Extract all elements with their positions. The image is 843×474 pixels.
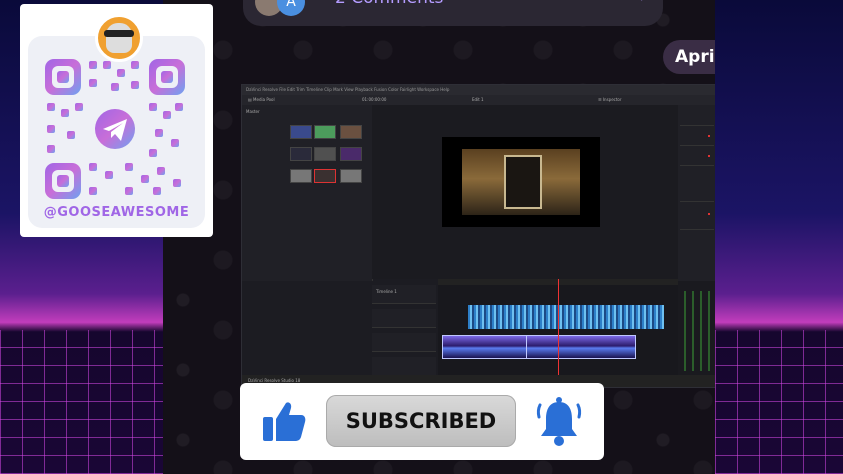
playhead[interactable] <box>558 279 559 377</box>
bell-icon[interactable] <box>534 395 584 447</box>
channel-avatar <box>95 14 143 62</box>
timecode-readout: 01:00:00:00 <box>362 97 387 102</box>
subscribe-button[interactable]: SUBSCRIBED <box>326 395 516 447</box>
audio-clip[interactable] <box>526 335 636 359</box>
audio-meters <box>678 281 715 377</box>
clip-thumbnail-selected[interactable] <box>314 169 336 183</box>
audio-clip[interactable] <box>442 335 528 359</box>
commenter-avatar-2: A <box>277 0 305 16</box>
track-header: Timeline 1 <box>372 285 436 304</box>
chevron-right-icon: › <box>640 0 647 7</box>
media-pool-sidebar: Master <box>242 105 287 281</box>
subscribe-card: SUBSCRIBED <box>240 383 604 460</box>
editor-toolbar: ▤ Media Pool 01:00:00:00 Edit 1 ☰ Inspec… <box>242 95 715 105</box>
background-grid-right <box>715 330 843 474</box>
viewer-frame-display[interactable] <box>442 137 600 227</box>
folder-icon[interactable] <box>340 169 362 183</box>
folder-icon[interactable] <box>290 169 312 183</box>
comments-count-label: 2 Comments <box>335 0 443 8</box>
media-pool-label: Master <box>246 109 260 114</box>
thumbs-up-icon[interactable] <box>260 397 308 445</box>
media-pool-toggle[interactable]: ▤ Media Pool <box>248 95 275 105</box>
track-header <box>372 333 436 352</box>
clip-thumbnail[interactable] <box>290 147 312 161</box>
subscribe-button-label: SUBSCRIBED <box>345 409 497 433</box>
media-pool-grid <box>286 105 373 281</box>
video-clip[interactable] <box>468 305 664 329</box>
track-header <box>372 309 436 328</box>
qr-handle-label: @GOOSEAWESOME <box>43 205 190 220</box>
clip-thumbnail[interactable] <box>340 125 362 139</box>
comments-bar[interactable]: A 2 Comments › <box>243 0 663 26</box>
editor-screenshot[interactable]: DaVinci Resolve File Edit Trim Timeline … <box>241 84 715 388</box>
viewer-image <box>462 149 580 215</box>
qr-card: @GOOSEAWESOME <box>20 4 213 237</box>
editor-menubar: DaVinci Resolve File Edit Trim Timeline … <box>242 85 715 95</box>
inspector-panel <box>678 105 715 281</box>
qr-code-icon[interactable] <box>45 59 185 199</box>
clip-thumbnail[interactable] <box>314 147 336 161</box>
project-title: Edit 1 <box>472 97 484 102</box>
background-grid-left <box>0 330 163 474</box>
track-header <box>372 357 436 376</box>
inspector-toggle[interactable]: ☰ Inspector <box>598 95 622 105</box>
date-pill: April <box>663 40 715 74</box>
clip-thumbnail[interactable] <box>340 147 362 161</box>
viewer-painting <box>504 155 542 209</box>
clip-thumbnail[interactable] <box>314 125 336 139</box>
clip-thumbnail[interactable] <box>290 125 312 139</box>
